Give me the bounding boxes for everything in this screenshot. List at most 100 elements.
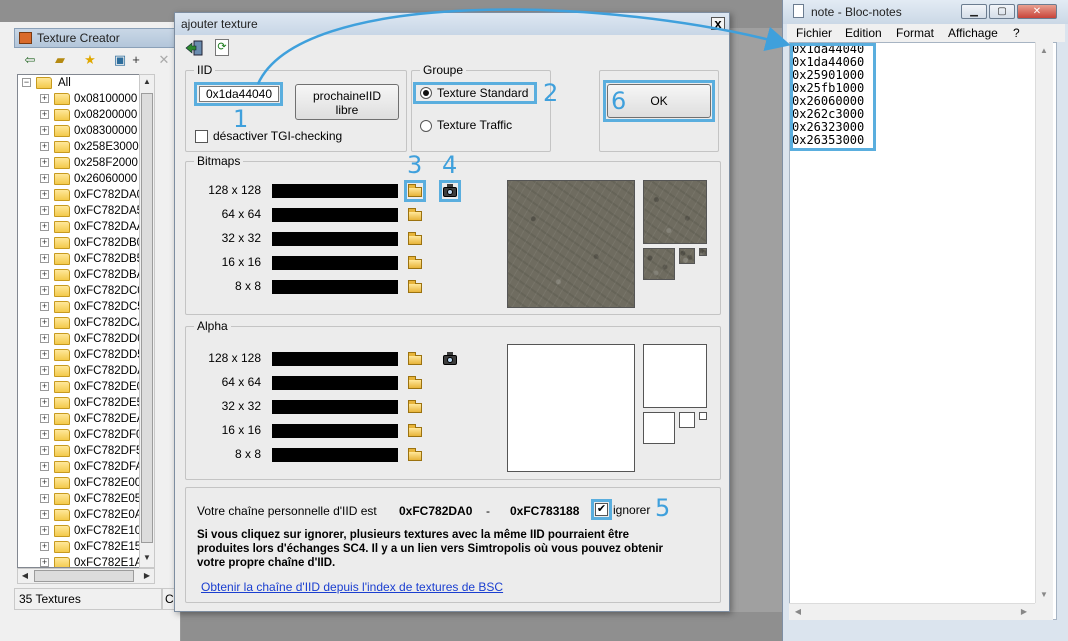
tree-item[interactable]: +0xFC782DF5 [40,443,154,459]
expand-icon[interactable]: + [40,558,49,567]
exit-icon[interactable] [185,40,203,56]
tree-item[interactable]: +0xFC782DEA [40,411,154,427]
radio-texture-standard[interactable] [420,87,432,99]
expand-icon[interactable]: + [40,190,49,199]
alpha-path-field[interactable] [272,424,398,438]
expand-icon[interactable]: + [40,142,49,151]
close-button[interactable]: x [711,17,725,30]
alpha-load-button[interactable] [407,448,423,462]
refresh-icon[interactable]: ⟳ [215,39,229,56]
expand-icon[interactable]: + [40,174,49,183]
scroll-thumb[interactable] [34,570,134,582]
tree-item[interactable]: +0xFC782DA5 [40,203,154,219]
alpha-path-field[interactable] [272,448,398,462]
tree-item[interactable]: +0xFC782DF0 [40,427,154,443]
image-icon[interactable]: ▣ [112,52,128,68]
bitmap-path-field[interactable] [272,208,398,222]
bitmap-load-button[interactable] [407,280,423,294]
ignore-checkbox[interactable]: ✔ [595,503,608,516]
expand-icon[interactable]: + [40,398,49,407]
tree-item[interactable]: +0xFC782E1A [40,555,154,567]
alpha-path-field[interactable] [272,400,398,414]
bitmap-load-button[interactable] [407,232,423,246]
expand-icon[interactable]: + [40,110,49,119]
expand-icon[interactable]: + [40,126,49,135]
alpha-path-field[interactable] [272,352,398,366]
bitmap-load-button[interactable] [407,208,423,222]
expand-icon[interactable]: + [40,446,49,455]
expand-icon[interactable]: + [40,206,49,215]
alpha-snapshot-button[interactable] [441,352,459,366]
tree-horizontal-scrollbar[interactable]: ◀ ▶ [17,568,155,584]
minimize-icon[interactable]: ▁ [961,4,987,19]
maximize-icon[interactable]: ▢ [989,4,1015,19]
expand-icon[interactable]: + [40,222,49,231]
alpha-path-field[interactable] [272,376,398,390]
open-folder-icon[interactable]: ▰ [52,52,68,68]
scroll-down-icon[interactable]: ▼ [1037,590,1051,599]
tree-item[interactable]: +0xFC782DCA [40,315,154,331]
menu-help[interactable]: ? [1013,26,1020,40]
expand-icon[interactable]: + [40,366,49,375]
tree-item[interactable]: +0xFC782DE0 [40,379,154,395]
bitmap-path-field[interactable] [272,184,398,198]
scroll-right-icon[interactable]: ▶ [140,571,154,580]
exit-icon[interactable]: ⇦ [22,52,38,68]
star-icon[interactable]: ★ [82,52,98,68]
tree-item[interactable]: +0xFC782DC0 [40,283,154,299]
tree-item[interactable]: +0x26060000 [40,171,154,187]
tree-item[interactable]: +0xFC782DD0 [40,331,154,347]
scroll-right-icon[interactable]: ▶ [1017,607,1031,616]
close-icon[interactable]: ✕ [1017,4,1057,19]
tree-item[interactable]: +0xFC782DD5 [40,347,154,363]
tree-item[interactable]: +0xFC782E00 [40,475,154,491]
expand-icon[interactable]: + [40,94,49,103]
expand-icon[interactable]: + [40,286,49,295]
expand-icon[interactable]: + [40,318,49,327]
scroll-down-icon[interactable]: ▼ [140,553,154,562]
notepad-horizontal-scrollbar[interactable]: ◀ ▶ [789,603,1035,620]
expand-icon[interactable]: + [40,334,49,343]
tree-item[interactable]: +0xFC782DB0 [40,235,154,251]
expand-icon[interactable]: + [40,382,49,391]
tree-vertical-scrollbar[interactable]: ▲ ▼ [139,74,155,568]
delete-icon[interactable]: ✕ [156,52,172,68]
tree-item[interactable]: +0x08100000 [40,91,154,107]
scroll-thumb[interactable] [141,93,153,543]
alpha-load-button[interactable] [407,424,423,438]
tree-item[interactable]: +0xFC782E0A [40,507,154,523]
bitmap-load-button[interactable] [407,256,423,270]
scroll-left-icon[interactable]: ◀ [18,571,32,580]
notepad-titlebar[interactable]: note - Bloc-notes ▁ ▢ ✕ [783,0,1068,24]
expand-icon[interactable]: + [40,526,49,535]
tree-item[interactable]: +0xFC782DFA [40,459,154,475]
bitmap-load-button[interactable] [407,184,423,198]
menu-fichier[interactable]: Fichier [796,26,832,40]
radio-texture-traffic[interactable] [420,120,432,132]
expand-icon[interactable]: + [40,158,49,167]
tree-item[interactable]: +0xFC782DDA [40,363,154,379]
tree-item[interactable]: +0xFC782DB5 [40,251,154,267]
menu-affichage[interactable]: Affichage [948,26,998,40]
tree-root[interactable]: − All [22,75,152,91]
tree-item[interactable]: +0xFC782DC5 [40,299,154,315]
tree-item[interactable]: +0xFC782E15 [40,539,154,555]
notepad-vertical-scrollbar[interactable]: ▲ ▼ [1035,42,1053,620]
menu-edition[interactable]: Edition [845,26,882,40]
tree-item[interactable]: +0x258E3000 [40,139,154,155]
tree-item[interactable]: +0x08300000 [40,123,154,139]
tree-item[interactable]: +0xFC782E10 [40,523,154,539]
expand-icon[interactable]: + [40,510,49,519]
expand-icon[interactable]: + [40,478,49,487]
tgi-checkbox[interactable] [195,130,208,143]
menu-format[interactable]: Format [896,26,934,40]
expand-icon[interactable]: + [40,270,49,279]
expand-icon[interactable]: + [40,302,49,311]
alpha-load-button[interactable] [407,352,423,366]
scroll-left-icon[interactable]: ◀ [791,607,805,616]
bitmap-snapshot-button[interactable] [441,184,459,198]
collapse-icon[interactable]: − [22,78,31,87]
expand-icon[interactable]: + [40,430,49,439]
notepad-text-area[interactable]: 0x1da44040 0x1da44060 0x25901000 0x25fb1000… [789,42,1057,620]
alpha-load-button[interactable] [407,376,423,390]
